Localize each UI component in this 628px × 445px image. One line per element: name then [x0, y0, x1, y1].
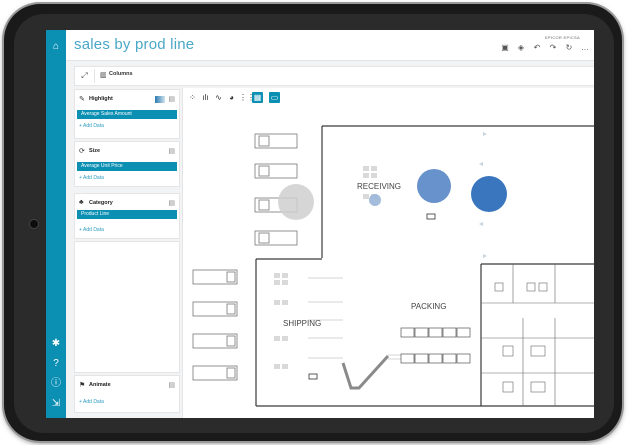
home-icon[interactable]: ⌂	[49, 40, 63, 54]
undo-icon[interactable]: ↶	[532, 43, 542, 52]
collaborators: EPICOR EPICSA	[544, 35, 580, 40]
size-field-pill[interactable]: Average Unit Price	[77, 162, 177, 171]
category-icon: ♣	[79, 199, 84, 206]
bubble-receiving-large	[471, 176, 507, 212]
app-screen: ⌂ ✱ ? ⓘ ⇲ sales by prod line EPICOR EPIC…	[46, 30, 594, 418]
expand-icon[interactable]: ⤢	[78, 69, 91, 82]
conveyor-racks	[308, 277, 448, 360]
size-title: Size	[89, 148, 101, 154]
highlighter-icon: ✎	[79, 96, 85, 103]
size-icon: ⟳	[79, 148, 85, 155]
highlight-panel: ✎ Highlight ▤ Average Sales Amount + Add…	[74, 89, 180, 139]
animate-settings-icon[interactable]: ▤	[168, 381, 175, 389]
highlight-title: Highlight	[89, 96, 113, 102]
refresh-icon[interactable]: ↻	[564, 43, 574, 52]
animate-header: ⚑ Animate ▤	[79, 381, 175, 391]
highlight-field-pill[interactable]: Average Sales Amount	[77, 110, 177, 119]
packing-label: PACKING	[411, 302, 447, 311]
redo-icon[interactable]: ↷	[548, 43, 558, 52]
more-icon[interactable]: …	[580, 43, 590, 52]
toolbar: ⤢ ▥ Columns	[74, 66, 594, 86]
erase-icon[interactable]: ◈	[516, 43, 526, 52]
packing-tables	[400, 327, 471, 364]
size-settings-icon[interactable]: ▤	[168, 147, 175, 155]
highlight-header: ✎ Highlight ▤	[79, 95, 175, 105]
columns-button[interactable]: Columns	[109, 71, 133, 77]
trucks-left	[192, 269, 238, 381]
animate-panel: ⚑ Animate ▤ + Add Data	[74, 375, 180, 413]
highlight-settings-icon[interactable]: ▤	[168, 95, 175, 103]
category-settings-icon[interactable]: ▤	[168, 199, 175, 207]
category-panel: ♣ Category ▤ Product Line + Add Data	[74, 193, 180, 239]
conveyor-belt	[341, 354, 390, 390]
shipping-label: SHIPPING	[283, 319, 322, 328]
category-field-pill[interactable]: Product Line	[77, 210, 177, 219]
animate-add-data[interactable]: + Add Data	[79, 399, 104, 405]
empty-panel-area	[74, 241, 180, 373]
help-icon[interactable]: ?	[49, 357, 63, 371]
size-header: ⟳ Size ▤	[79, 147, 175, 157]
category-header: ♣ Category ▤	[79, 199, 175, 209]
office-rooms	[481, 264, 594, 406]
bubble-receiving-small	[369, 194, 381, 206]
size-panel: ⟳ Size ▤ Average Unit Price + Add Data	[74, 141, 180, 187]
left-nav: ⌂ ✱ ? ⓘ ⇲	[46, 30, 66, 418]
tablet-camera	[30, 220, 38, 228]
visualization-canvas: ⁘ ılı ∿ ◕ ⋮⋮ ▦ ▭ RECEIVING PACKING SHIPP…	[182, 88, 594, 418]
receiving-label: RECEIVING	[357, 182, 402, 191]
color-gradient-icon[interactable]	[155, 96, 165, 103]
columns-icon: ▥	[100, 72, 107, 79]
floor-plan	[192, 125, 594, 407]
category-add-data[interactable]: + Add Data	[79, 227, 104, 233]
save-icon[interactable]: ▣	[500, 43, 510, 52]
animate-icon: ⚑	[79, 382, 86, 389]
info-icon[interactable]: ⓘ	[49, 377, 63, 391]
page-title: sales by prod line	[74, 36, 195, 53]
animate-title: Animate	[89, 382, 111, 388]
bubble-receiving-mid	[417, 169, 451, 203]
highlight-add-data[interactable]: + Add Data	[79, 123, 104, 129]
size-add-data[interactable]: + Add Data	[79, 175, 104, 181]
bubble-shipping-gray	[278, 184, 314, 220]
category-title: Category	[89, 200, 113, 206]
logout-icon[interactable]: ⇲	[49, 397, 63, 411]
toolbar-divider	[94, 69, 95, 83]
app-header: sales by prod line EPICOR EPICSA ▣ ◈ ↶ ↷…	[66, 30, 594, 61]
settings-icon[interactable]: ✱	[49, 337, 63, 351]
